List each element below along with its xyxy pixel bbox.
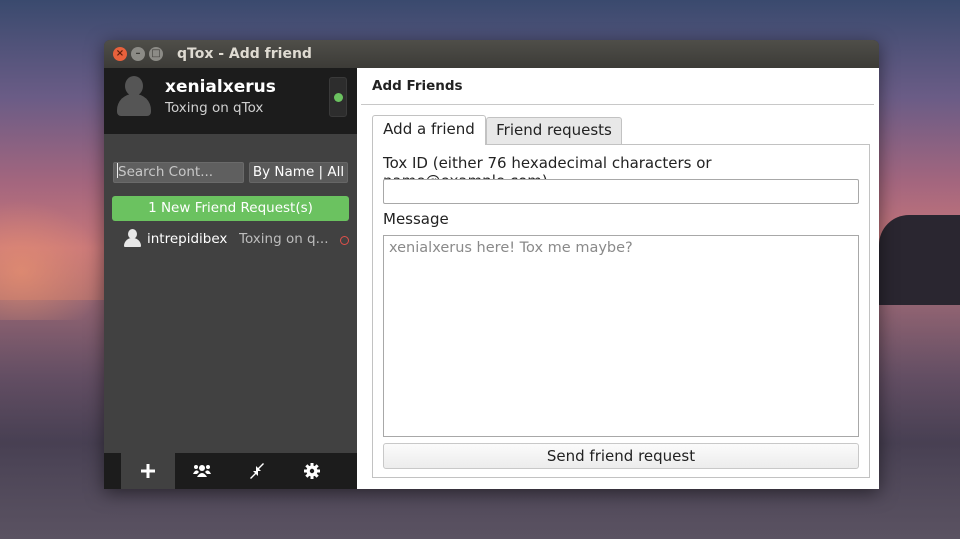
friend-request-banner[interactable]: 1 New Friend Request(s) bbox=[112, 196, 349, 221]
tab-friend-requests[interactable]: Friend requests bbox=[486, 117, 622, 144]
add-friend-icon bbox=[141, 464, 155, 478]
window-close-button[interactable]: × bbox=[113, 47, 127, 61]
group-icon bbox=[193, 465, 211, 477]
gear-icon bbox=[304, 463, 320, 479]
window-minimize-button[interactable]: – bbox=[131, 47, 145, 61]
tox-id-input[interactable] bbox=[383, 179, 859, 204]
page-title: Add Friends bbox=[372, 78, 463, 94]
settings-button[interactable] bbox=[285, 453, 339, 489]
wallpaper-headland bbox=[879, 215, 960, 305]
wallpaper-glow bbox=[0, 200, 105, 320]
sidebar-bottom-bar bbox=[104, 453, 357, 489]
qtox-window: × – □ qTox - Add friend xenialxerus Toxi… bbox=[104, 40, 879, 489]
window-titlebar[interactable]: × – □ qTox - Add friend bbox=[104, 40, 879, 68]
message-label: Message bbox=[383, 210, 449, 228]
sidebar: xenialxerus Toxing on qTox Search Cont..… bbox=[104, 68, 357, 489]
friend-status-message: Toxing on q... bbox=[239, 231, 329, 247]
message-textarea[interactable]: xenialxerus here! Tox me maybe? bbox=[383, 235, 859, 437]
create-group-button[interactable] bbox=[175, 453, 229, 489]
list-item[interactable]: intrepidibex Toxing on q... bbox=[104, 227, 357, 253]
window-maximize-button[interactable]: □ bbox=[149, 47, 163, 61]
window-title: qTox - Add friend bbox=[177, 46, 312, 62]
add-friend-button[interactable] bbox=[121, 453, 175, 489]
file-transfers-button[interactable] bbox=[230, 453, 284, 489]
profile-username[interactable]: xenialxerus bbox=[165, 77, 276, 97]
tab-add-a-friend[interactable]: Add a friend bbox=[372, 115, 486, 145]
transfer-icon bbox=[250, 463, 264, 479]
profile-panel: xenialxerus Toxing on qTox bbox=[104, 68, 357, 134]
offline-status-icon bbox=[340, 236, 349, 245]
main-panel: Add Friends Add a friend Friend requests… bbox=[357, 68, 879, 489]
online-status-icon bbox=[334, 93, 343, 102]
add-friend-pane: Tox ID (either 76 hexadecimal characters… bbox=[372, 144, 870, 478]
search-input[interactable]: Search Cont... bbox=[113, 162, 244, 183]
search-placeholder: Search Cont... bbox=[118, 164, 214, 180]
user-icon bbox=[123, 229, 141, 249]
sort-filter-button[interactable]: By Name | All bbox=[249, 162, 348, 183]
avatar[interactable] bbox=[116, 76, 152, 120]
friend-name: intrepidibex bbox=[147, 231, 228, 247]
status-button[interactable] bbox=[329, 77, 347, 117]
send-friend-request-button[interactable]: Send friend request bbox=[383, 443, 859, 469]
profile-status-message[interactable]: Toxing on qTox bbox=[165, 100, 263, 116]
divider bbox=[361, 104, 874, 105]
message-placeholder: xenialxerus here! Tox me maybe? bbox=[389, 240, 633, 256]
